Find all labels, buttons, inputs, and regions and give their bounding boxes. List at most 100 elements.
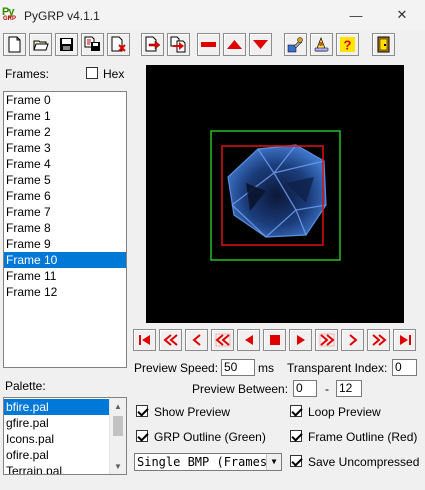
new-file-icon <box>8 36 21 53</box>
preview-speed-label: Preview Speed: <box>134 361 219 375</box>
scroll-up-icon[interactable]: ▲ <box>110 398 126 414</box>
save-as-button[interactable] <box>81 33 104 56</box>
preview-between-label: Preview Between: <box>192 382 289 396</box>
frame-outline-label: Frame Outline (Red) <box>308 430 418 444</box>
first-frame-button[interactable] <box>133 329 156 351</box>
list-item[interactable]: Frame 3 <box>4 140 126 156</box>
close-icon: ✕ <box>396 7 408 22</box>
move-down-icon <box>253 40 268 49</box>
insert-frame-button[interactable] <box>167 33 190 56</box>
forward-fast-icon <box>371 334 387 346</box>
save-button[interactable] <box>55 33 78 56</box>
move-frame-down-button[interactable] <box>249 33 272 56</box>
list-item[interactable]: gfire.pal <box>4 415 110 431</box>
minimize-button[interactable]: — <box>333 0 379 30</box>
play-reverse-fast-button[interactable] <box>211 329 234 351</box>
preview-canvas <box>146 65 404 323</box>
list-item[interactable]: Frame 7 <box>4 204 126 220</box>
window-title: PyGRP v4.1.1 <box>24 9 100 23</box>
hex-checkbox[interactable] <box>86 67 98 79</box>
play-button[interactable] <box>289 329 312 351</box>
list-item[interactable]: Frame 1 <box>4 108 126 124</box>
crystal-sprite <box>227 144 327 238</box>
chevron-down-icon[interactable]: ▼ <box>266 454 281 470</box>
open-file-button[interactable] <box>29 33 52 56</box>
transparent-index-label: Transparent Index: <box>287 361 388 375</box>
first-frame-icon <box>138 335 150 345</box>
grp-outline-label: GRP Outline (Green) <box>154 430 266 444</box>
app-icon: Py GRP <box>2 6 20 26</box>
list-item[interactable]: Frame 8 <box>4 220 126 236</box>
scroll-thumb[interactable] <box>113 416 123 436</box>
frame-outline-checkbox[interactable] <box>290 430 302 442</box>
next-frame-button[interactable] <box>341 329 364 351</box>
list-item[interactable]: bfire.pal <box>4 399 110 415</box>
play-reverse-button[interactable] <box>237 329 260 351</box>
list-item[interactable]: Frame 10 <box>4 252 126 268</box>
insert-frame-icon <box>170 36 186 53</box>
loop-preview-checkbox[interactable] <box>290 405 302 417</box>
save-uncompressed-label: Save Uncompressed <box>308 455 420 469</box>
app-icon-grp-text: GRP <box>3 16 17 22</box>
new-file-button[interactable] <box>3 33 26 56</box>
list-item[interactable]: Frame 2 <box>4 124 126 140</box>
between-start-input[interactable]: 0 <box>293 380 317 397</box>
list-item[interactable]: Frame 5 <box>4 172 126 188</box>
list-item[interactable]: ofire.pal <box>4 447 110 463</box>
preview-speed-input[interactable]: 50 <box>221 359 255 376</box>
play-reverse-fast-icon <box>214 333 230 347</box>
close-file-button[interactable] <box>107 33 130 56</box>
hex-label: Hex <box>103 67 125 81</box>
about-button[interactable] <box>310 33 333 56</box>
exit-button[interactable] <box>372 33 395 56</box>
list-item[interactable]: Frame 6 <box>4 188 126 204</box>
move-frame-up-button[interactable] <box>223 33 246 56</box>
frames-label: Frames: <box>5 67 50 81</box>
frames-list[interactable]: Frame 0 Frame 1 Frame 2 Frame 3 Frame 4 Frame… <box>3 91 127 368</box>
svg-text:?: ? <box>344 38 352 53</box>
list-item[interactable]: Frame 4 <box>4 156 126 172</box>
forward-fast-button[interactable] <box>367 329 390 351</box>
list-item[interactable]: Icons.pal <box>4 431 110 447</box>
next-frame-icon <box>348 334 358 346</box>
last-frame-button[interactable] <box>393 329 416 351</box>
show-preview-checkbox[interactable] <box>136 405 148 417</box>
palette-label: Palette: <box>5 379 46 393</box>
remove-frame-button[interactable] <box>197 33 220 56</box>
exit-icon <box>377 36 390 53</box>
between-end-input[interactable]: 12 <box>336 380 362 397</box>
open-file-icon <box>33 40 49 51</box>
save-uncompressed-checkbox[interactable] <box>290 455 302 467</box>
transparent-index-input[interactable]: 0 <box>392 359 417 376</box>
loop-preview-label: Loop Preview <box>308 405 381 419</box>
import-frame-icon <box>145 36 161 52</box>
settings-button[interactable] <box>284 33 307 56</box>
list-item[interactable]: Frame 9 <box>4 236 126 252</box>
scroll-down-icon[interactable]: ▼ <box>110 458 126 474</box>
stop-button[interactable] <box>263 329 286 351</box>
palette-scrollbar[interactable]: ▲ ▼ <box>109 398 126 474</box>
sprite-preview <box>210 130 341 261</box>
previous-frame-icon <box>191 334 201 346</box>
help-button[interactable]: ? <box>336 33 359 56</box>
list-item[interactable]: Frame 11 <box>4 268 126 284</box>
last-frame-icon <box>399 335 411 345</box>
play-fast-button[interactable] <box>315 329 338 351</box>
list-item[interactable]: Frame 0 <box>4 92 126 108</box>
previous-frame-button[interactable] <box>185 329 208 351</box>
settings-icon <box>287 37 303 53</box>
close-file-icon <box>111 36 126 52</box>
grp-outline-checkbox[interactable] <box>136 430 148 442</box>
save-icon <box>60 38 73 51</box>
import-frame-button[interactable] <box>141 33 164 56</box>
rewind-fast-button[interactable] <box>159 329 182 351</box>
list-item[interactable]: Terrain.pal <box>4 463 110 474</box>
play-icon <box>296 335 305 345</box>
title-bar: Py GRP PyGRP v4.1.1 — ✕ <box>0 0 425 30</box>
export-mode-select[interactable]: Single BMP (Framesets) ▼ <box>134 453 282 471</box>
list-item[interactable]: Frame 12 <box>4 284 126 300</box>
palette-list[interactable]: bfire.pal gfire.pal Icons.pal ofire.pal Terr… <box>3 397 127 475</box>
minimize-icon: — <box>349 7 363 23</box>
export-mode-value: Single BMP (Framesets) <box>137 455 282 469</box>
close-window-button[interactable]: ✕ <box>379 0 425 30</box>
